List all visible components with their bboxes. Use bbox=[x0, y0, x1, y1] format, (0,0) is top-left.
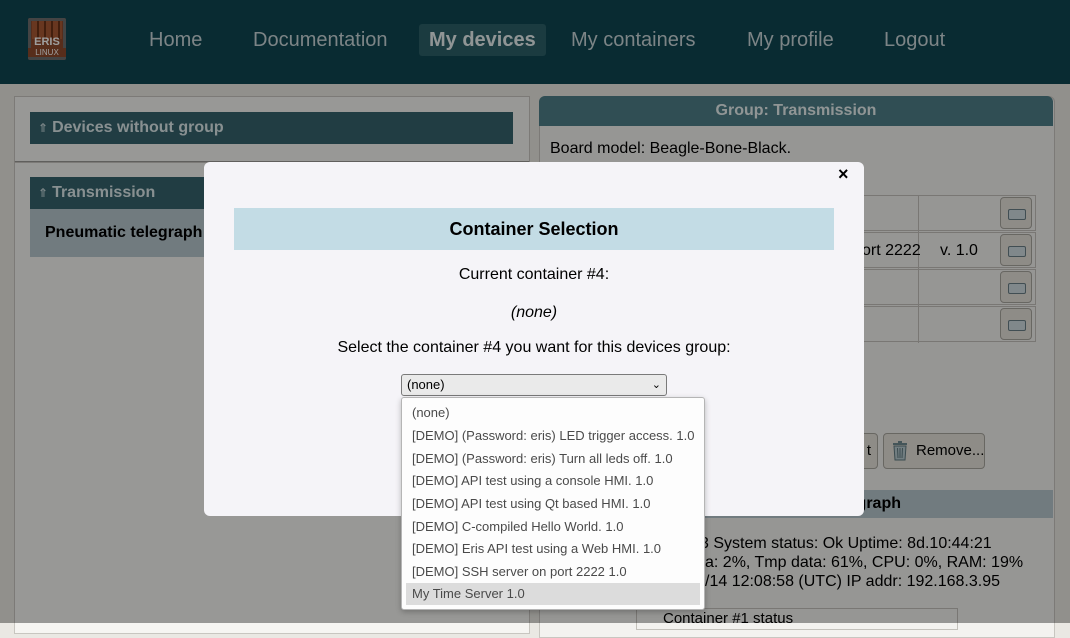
chevron-down-icon: ⌄ bbox=[651, 379, 661, 391]
option-turn-all-leds-off[interactable]: [DEMO] (Password: eris) Turn all leds of… bbox=[406, 448, 700, 470]
current-container-value: (none) bbox=[510, 304, 558, 321]
select-value: (none) bbox=[407, 377, 445, 392]
close-icon[interactable]: × bbox=[838, 164, 849, 184]
option-api-test-qt[interactable]: [DEMO] API test using Qt based HMI. 1.0 bbox=[406, 493, 700, 515]
option-web-hmi[interactable]: [DEMO] Eris API test using a Web HMI. 1.… bbox=[406, 538, 700, 560]
option-ssh-server[interactable]: [DEMO] SSH server on port 2222 1.0 bbox=[406, 561, 700, 583]
option-api-test-console[interactable]: [DEMO] API test using a console HMI. 1.0 bbox=[406, 470, 700, 492]
dialog-title: Container Selection bbox=[234, 208, 834, 250]
option-my-time-server[interactable]: My Time Server 1.0 bbox=[406, 583, 700, 605]
select-prompt: Select the container #4 you want for thi… bbox=[337, 339, 731, 356]
container-select[interactable]: (none) ⌄ bbox=[401, 374, 667, 396]
option-hello-world[interactable]: [DEMO] C-compiled Hello World. 1.0 bbox=[406, 516, 700, 538]
container-options-list: (none) [DEMO] (Password: eris) LED trigg… bbox=[401, 397, 705, 610]
option-led-trigger-access[interactable]: [DEMO] (Password: eris) LED trigger acce… bbox=[406, 425, 700, 447]
option-none[interactable]: (none) bbox=[406, 402, 700, 424]
current-container-label: Current container #4: bbox=[458, 266, 610, 283]
